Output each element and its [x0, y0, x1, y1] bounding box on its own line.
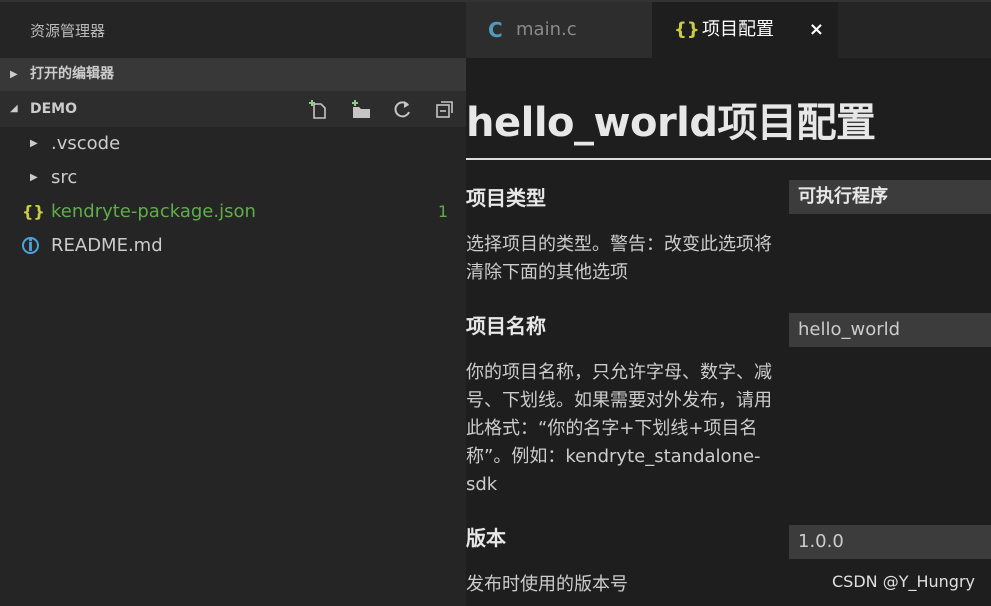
- tree-item-readme[interactable]: i README.md: [0, 229, 466, 263]
- chevron-down-icon: ◢: [10, 103, 18, 114]
- tree-item-label: README.md: [51, 235, 163, 256]
- page-title: hello_world项目配置: [466, 100, 876, 146]
- setting-title-project-type: 项目类型: [466, 186, 546, 210]
- tree-item-vscode[interactable]: ▶ .vscode: [0, 127, 466, 161]
- explorer-toolbar: [308, 91, 456, 127]
- new-file-icon[interactable]: [308, 98, 330, 120]
- problem-count-badge: 1: [437, 202, 448, 221]
- tree-item-label: src: [51, 167, 78, 188]
- json-file-icon: {}: [22, 202, 45, 221]
- project-name-input[interactable]: hello_world: [789, 313, 991, 347]
- tree-item-kendryte-package[interactable]: {} kendryte-package.json 1: [0, 195, 466, 229]
- project-label: DEMO: [30, 101, 78, 117]
- new-folder-icon[interactable]: [350, 98, 372, 120]
- close-icon[interactable]: ×: [809, 2, 824, 58]
- tab-project-config[interactable]: {} 项目配置 ×: [652, 2, 838, 58]
- project-type-select[interactable]: 可执行程序: [789, 180, 991, 214]
- setting-title-project-name: 项目名称: [466, 314, 546, 338]
- chevron-right-icon: ▶: [10, 69, 18, 80]
- heading-divider: [466, 158, 991, 160]
- tree-item-src[interactable]: ▶ src: [0, 161, 466, 195]
- json-file-icon: {}: [674, 19, 700, 40]
- collapse-all-icon[interactable]: [434, 98, 456, 120]
- open-editors-label: 打开的编辑器: [30, 66, 114, 82]
- open-editors-section[interactable]: ▶ 打开的编辑器: [0, 58, 466, 91]
- tree-item-label: kendryte-package.json: [51, 201, 256, 222]
- c-file-icon: C: [488, 18, 503, 42]
- tab-label: main.c: [516, 19, 577, 40]
- explorer-title: 资源管理器: [0, 0, 466, 58]
- setting-title-version: 版本: [466, 526, 506, 550]
- explorer-sidebar: 资源管理器 ▶ 打开的编辑器 ◢ DEMO ▶ .vscode ▶ src {}…: [0, 0, 466, 606]
- tab-bar: C main.c {} 项目配置 ×: [466, 0, 991, 58]
- refresh-icon[interactable]: [392, 98, 414, 120]
- info-icon: i: [22, 236, 39, 255]
- editor-area: C main.c {} 项目配置 × hello_world项目配置 项目类型 …: [466, 0, 991, 606]
- project-section[interactable]: ◢ DEMO: [0, 91, 466, 127]
- setting-desc-project-type: 选择项目的类型。警告：改变此选项将清除下面的其他选项: [466, 234, 772, 283]
- tab-main-c[interactable]: C main.c: [466, 2, 652, 58]
- watermark: CSDN @Y_Hungry: [832, 572, 975, 591]
- chevron-right-icon: ▶: [30, 172, 38, 183]
- tab-label: 项目配置: [702, 19, 774, 40]
- chevron-right-icon: ▶: [30, 138, 38, 149]
- version-input[interactable]: 1.0.0: [789, 525, 991, 559]
- setting-desc-project-name: 你的项目名称，只允许字母、数字、减号、下划线。如果需要对外发布，请用此格式：“你…: [466, 362, 772, 495]
- setting-desc-version: 发布时使用的版本号: [466, 574, 628, 595]
- tree-item-label: .vscode: [51, 133, 121, 154]
